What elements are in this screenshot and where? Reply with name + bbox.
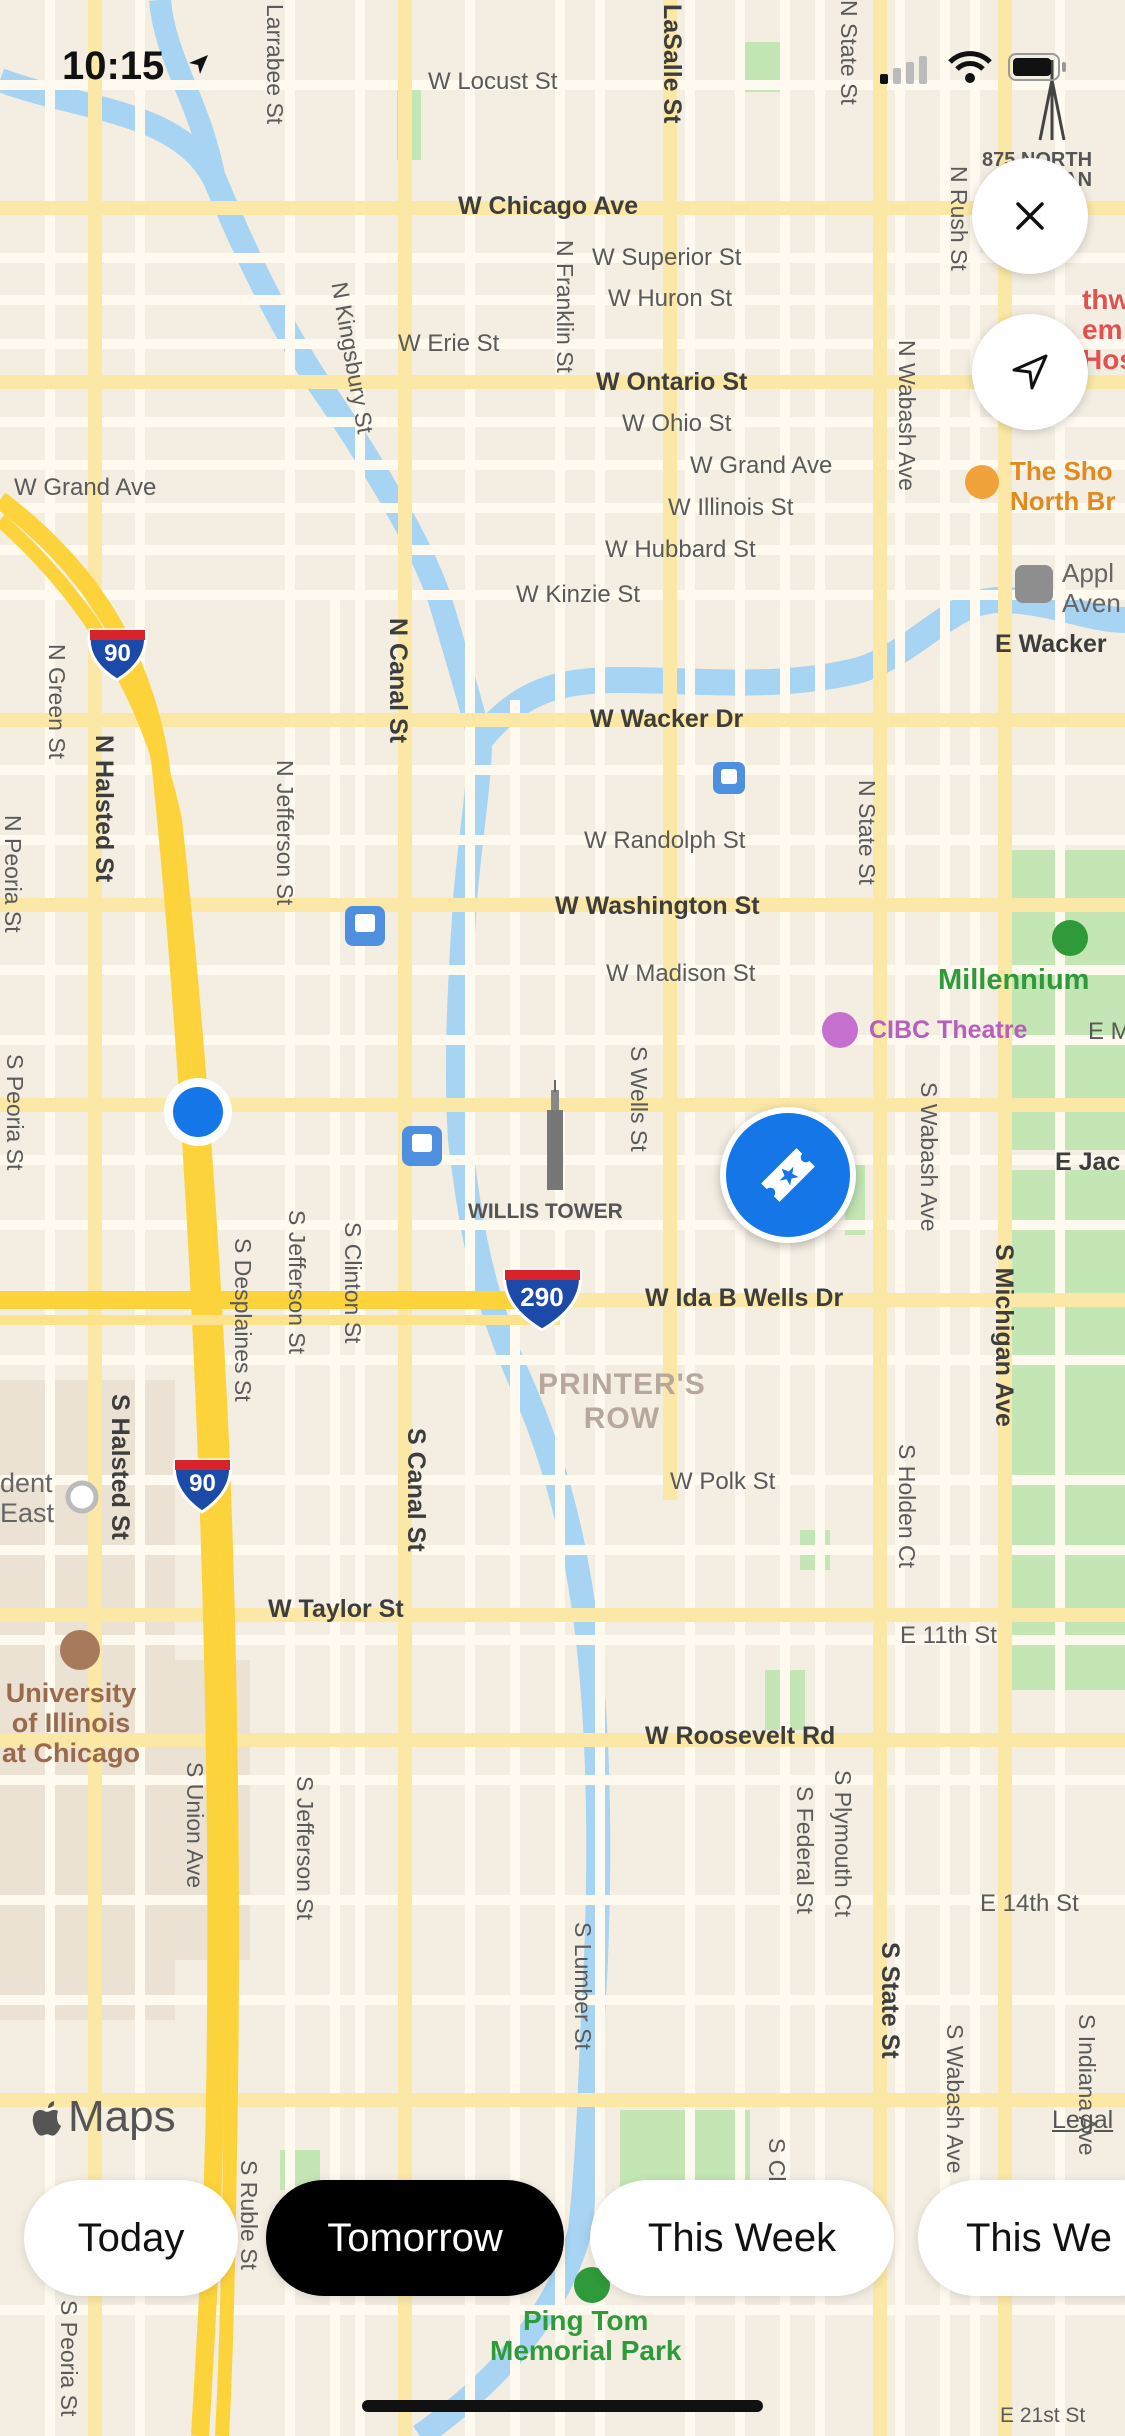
street-label: W Erie St bbox=[398, 330, 500, 357]
street-label: S Peoria St bbox=[56, 2300, 82, 2417]
legal-link[interactable]: Legal bbox=[1052, 2106, 1113, 2135]
place-label-apple: Appl Aven bbox=[1062, 558, 1121, 618]
street-label: E 14th St bbox=[980, 1890, 1079, 1917]
navigation-arrow-icon bbox=[1012, 354, 1048, 390]
filter-chip-today[interactable]: Today bbox=[24, 2180, 238, 2296]
home-indicator bbox=[362, 2400, 763, 2412]
street-label: S Halsted St bbox=[106, 1394, 134, 1540]
train-station-icon-2 bbox=[402, 1126, 442, 1166]
place-label-uic: University of Illinois at Chicago bbox=[2, 1678, 141, 1768]
street-label: S Holden Ct bbox=[894, 1444, 920, 1569]
street-label: W Ida B Wells Dr bbox=[645, 1284, 844, 1312]
street-label: S Federal St bbox=[792, 1786, 818, 1914]
highway-number: 290 bbox=[520, 1282, 564, 1312]
street-label: S Michigan Ave bbox=[990, 1244, 1018, 1427]
street-label: S Union Ave bbox=[182, 1762, 208, 1889]
street-label: N Franklin St bbox=[552, 240, 578, 373]
street-label: S Peoria St bbox=[2, 1054, 28, 1171]
close-button[interactable] bbox=[972, 158, 1088, 274]
street-label: S Lumber St bbox=[570, 1922, 596, 2050]
street-label: W Polk St bbox=[670, 1468, 776, 1495]
street-label: W Grand Ave bbox=[690, 452, 833, 479]
apple-logo-icon bbox=[32, 2101, 61, 2136]
filter-chip-tomorrow[interactable]: Tomorrow bbox=[266, 2180, 564, 2296]
street-label: E M bbox=[1088, 1018, 1125, 1045]
street-label: E 21st St bbox=[1000, 2404, 1086, 2427]
street-label: S Desplaines St bbox=[230, 1238, 256, 1402]
maps-logo-text: Maps bbox=[68, 2092, 176, 2141]
street-label: W Wacker Dr bbox=[590, 705, 744, 733]
street-label: S Wabash Ave bbox=[942, 2024, 968, 2174]
street-label: E 11th St bbox=[900, 1622, 997, 1649]
apple-store-icon bbox=[1015, 565, 1053, 603]
street-label: Larrabee St bbox=[262, 4, 288, 125]
place-label-northwestern-hospital: thwemHos bbox=[1082, 284, 1125, 375]
battery-icon bbox=[1008, 52, 1068, 87]
street-label: W Grand Ave bbox=[14, 474, 157, 501]
street-label: N State St bbox=[854, 780, 880, 885]
street-label: N Jefferson St bbox=[272, 760, 298, 906]
street-label: W Huron St bbox=[608, 285, 733, 312]
street-label: E Wacker bbox=[995, 630, 1107, 658]
bus-station-icon bbox=[713, 762, 745, 794]
ticket-icon bbox=[761, 1148, 815, 1202]
street-label: W Washington St bbox=[555, 892, 760, 920]
filter-chip-this-weekend[interactable]: This We bbox=[918, 2180, 1125, 2296]
theatre-marker-icon bbox=[822, 1012, 858, 1048]
highway-number: 90 bbox=[189, 1470, 216, 1497]
event-ticket-pin[interactable] bbox=[720, 1107, 856, 1243]
apple-maps-logo: Maps bbox=[30, 2092, 176, 2142]
place-label-student-center: dent East bbox=[0, 1468, 55, 1528]
street-label: W Chicago Ave bbox=[458, 192, 639, 220]
street-label: S Jefferson St bbox=[284, 1210, 310, 1355]
street-label: N Green St bbox=[44, 644, 70, 760]
place-label-the-shops: The Sho North Br bbox=[1010, 456, 1116, 516]
street-label: W Hubbard St bbox=[605, 536, 756, 563]
street-label: S Plymouth Ct bbox=[830, 1770, 856, 1917]
street-label: W Ohio St bbox=[622, 410, 732, 437]
street-label: N Halsted St bbox=[90, 735, 118, 883]
filter-chip-this-week[interactable]: This Week bbox=[590, 2180, 894, 2296]
cellular-signal-icon bbox=[880, 54, 936, 89]
street-label: W Ontario St bbox=[596, 368, 748, 396]
shopping-marker-icon bbox=[965, 465, 999, 499]
place-label-ping-tom-park: Ping Tom Memorial Park bbox=[490, 2305, 682, 2366]
student-center-marker-icon bbox=[65, 1480, 99, 1514]
street-label: S Clinton St bbox=[340, 1222, 366, 1344]
street-label: LaSalle St bbox=[658, 4, 686, 124]
street-label: W Kinzie St bbox=[516, 581, 641, 608]
street-label: S Ruble St bbox=[236, 2160, 262, 2270]
street-label: S Wabash Ave bbox=[916, 1082, 942, 1232]
street-label: S Jefferson St bbox=[292, 1776, 318, 1921]
street-label: W Locust St bbox=[428, 68, 558, 95]
street-label: E Jac bbox=[1055, 1148, 1121, 1176]
street-label: W Randolph St bbox=[584, 827, 746, 854]
street-label: S Wells St bbox=[626, 1046, 652, 1152]
current-location-button[interactable] bbox=[972, 314, 1088, 430]
street-label: N State St bbox=[836, 0, 862, 105]
close-icon bbox=[1016, 202, 1044, 230]
train-station-icon-1 bbox=[345, 906, 385, 946]
place-label-cibc-theatre: CIBC Theatre bbox=[869, 1016, 1028, 1044]
street-label: S State St bbox=[876, 1942, 904, 2059]
street-label: N Canal St bbox=[384, 618, 412, 744]
street-label: S Canal St bbox=[402, 1428, 430, 1552]
street-label: N Rush St bbox=[946, 166, 972, 271]
street-label: W Taylor St bbox=[268, 1595, 404, 1623]
location-arrow-icon bbox=[186, 52, 212, 83]
street-label: W Madison St bbox=[606, 960, 756, 987]
street-label: N Peoria St bbox=[0, 815, 26, 933]
park-marker-icon bbox=[1052, 920, 1088, 956]
street-label: W Illinois St bbox=[668, 494, 794, 521]
street-label: N Wabash Ave bbox=[894, 340, 920, 491]
place-label-willis-tower: WILLIS TOWER bbox=[468, 1200, 623, 1223]
highway-number: 90 bbox=[104, 640, 131, 667]
district-label-printers-row: PRINTER'S ROW bbox=[538, 1368, 706, 1435]
wifi-icon bbox=[948, 50, 992, 89]
place-label-millennium-park: Millennium bbox=[938, 964, 1090, 996]
status-bar-time: 10:15 bbox=[62, 44, 165, 88]
university-marker-icon bbox=[60, 1630, 100, 1670]
street-label: W Roosevelt Rd bbox=[645, 1722, 836, 1750]
street-label: W Superior St bbox=[592, 244, 742, 271]
